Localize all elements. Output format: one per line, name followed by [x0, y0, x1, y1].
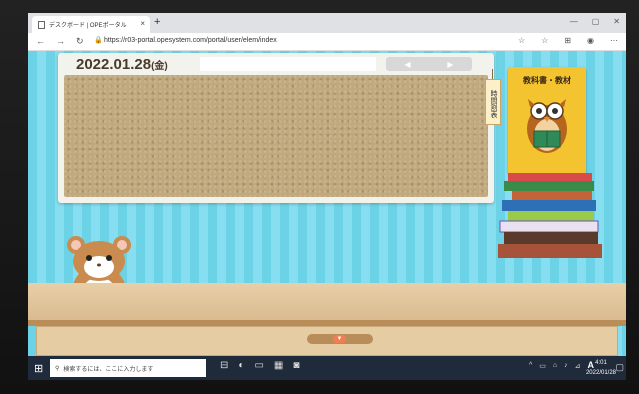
tab-close-icon[interactable]: × [140, 19, 145, 28]
cork-board [64, 75, 488, 197]
drawer-open-icon[interactable]: ▼ [333, 335, 346, 343]
monitor-screen: デスクボード | OPEポータル × + — ▢ ✕ ← → ↻ 🔒 https… [28, 13, 626, 380]
message-field [200, 57, 376, 71]
favorite-icon[interactable]: ☆ [518, 36, 525, 45]
collections-icon[interactable]: ⊞ [564, 36, 571, 45]
close-window-button[interactable]: ✕ [613, 17, 620, 26]
prev-arrow-icon[interactable]: ◀ [404, 60, 410, 69]
clock-date: 2022/01/28 [585, 370, 616, 376]
file-explorer-icon[interactable]: ▭ [254, 360, 263, 371]
board-pager: ◀ ▶ [386, 57, 472, 71]
profile-icon[interactable]: ◉ [587, 36, 594, 45]
camera-icon[interactable]: ◙ [293, 360, 299, 371]
window-controls: — ▢ ✕ [570, 17, 620, 26]
back-icon[interactable]: ← [36, 36, 45, 46]
date-text: 2022.01.28 [76, 56, 152, 73]
search-icon: ⚲ [55, 365, 60, 372]
bulletin-board: 2022.01.28(金) ◀ ▶ [58, 53, 494, 203]
textbook-button[interactable]: 教科書・教材 [508, 67, 586, 175]
weekday-text: (金) [151, 61, 168, 72]
maximize-button[interactable]: ▢ [592, 17, 600, 26]
app-icon[interactable]: ▦ [274, 360, 283, 371]
edge-icon[interactable]: ◐ [238, 360, 244, 371]
clock-time: 4:01 [595, 360, 607, 366]
task-view-icon[interactable]: ⊟ [220, 360, 228, 371]
shelf-top [28, 283, 626, 320]
volume-icon[interactable]: ♪ [564, 362, 568, 370]
minimize-button[interactable]: — [570, 17, 578, 26]
favorites-list-icon[interactable]: ☆ [541, 36, 548, 45]
wifi-icon[interactable]: ⊿ [575, 362, 581, 370]
page-icon [38, 20, 45, 29]
drawer: ▼ [36, 326, 618, 356]
tray-expand-icon[interactable]: ^ [529, 362, 532, 370]
start-button[interactable]: ⊞ [34, 362, 43, 375]
tab-bar: デスクボード | OPEポータル × + — ▢ ✕ [28, 13, 626, 33]
timetable-tag[interactable]: 時間割表 [485, 79, 501, 125]
battery-icon[interactable]: ▭ [539, 362, 546, 370]
search-placeholder: 検索するには、ここに入力します [63, 366, 154, 373]
next-arrow-icon[interactable]: ▶ [447, 60, 453, 69]
browser-tab[interactable]: デスクボード | OPEポータル × [32, 16, 150, 33]
new-tab-button[interactable]: + [154, 16, 160, 28]
pinned-apps: ⊟ ◐ ▭ ▦ ◙ [220, 360, 299, 371]
lock-icon: 🔒 [94, 37, 103, 44]
date-display: 2022.01.28(金) [76, 56, 168, 73]
system-tray: ^ ▭ ⌂ ♪ ⊿ A [529, 360, 594, 370]
taskbar-clock[interactable]: 4:01 2022/01/28 [586, 358, 616, 378]
notification-icon[interactable]: ▢ [615, 362, 624, 373]
tab-title: デスクボード | OPEポータル [49, 23, 127, 29]
portal-page: 2022.01.28(金) ◀ ▶ 時間割表 教科書・教材 ▼ [28, 51, 626, 356]
windows-taskbar: ⊞ ⚲ 検索するには、ここに入力します ⊟ ◐ ▭ ▦ ◙ ^ ▭ ⌂ ♪ ⊿ … [28, 356, 626, 380]
url-field[interactable]: https://r03-portal.opesystem.com/portal/… [104, 37, 277, 44]
network-icon[interactable]: ⌂ [553, 362, 557, 370]
more-icon[interactable]: ⋯ [610, 36, 618, 45]
owl-reading-icon [527, 99, 567, 153]
book-stack-icon[interactable] [494, 171, 614, 291]
forward-icon[interactable]: → [56, 36, 65, 46]
refresh-icon[interactable]: ↻ [76, 36, 84, 47]
drawer-handle[interactable]: ▼ [307, 334, 373, 344]
address-bar: ← → ↻ 🔒 https://r03-portal.opesystem.com… [28, 33, 626, 51]
taskbar-search[interactable]: ⚲ 検索するには、ここに入力します [50, 359, 206, 377]
browser-toolbar: ☆ ☆ ⊞ ◉ ⋯ [518, 36, 618, 45]
